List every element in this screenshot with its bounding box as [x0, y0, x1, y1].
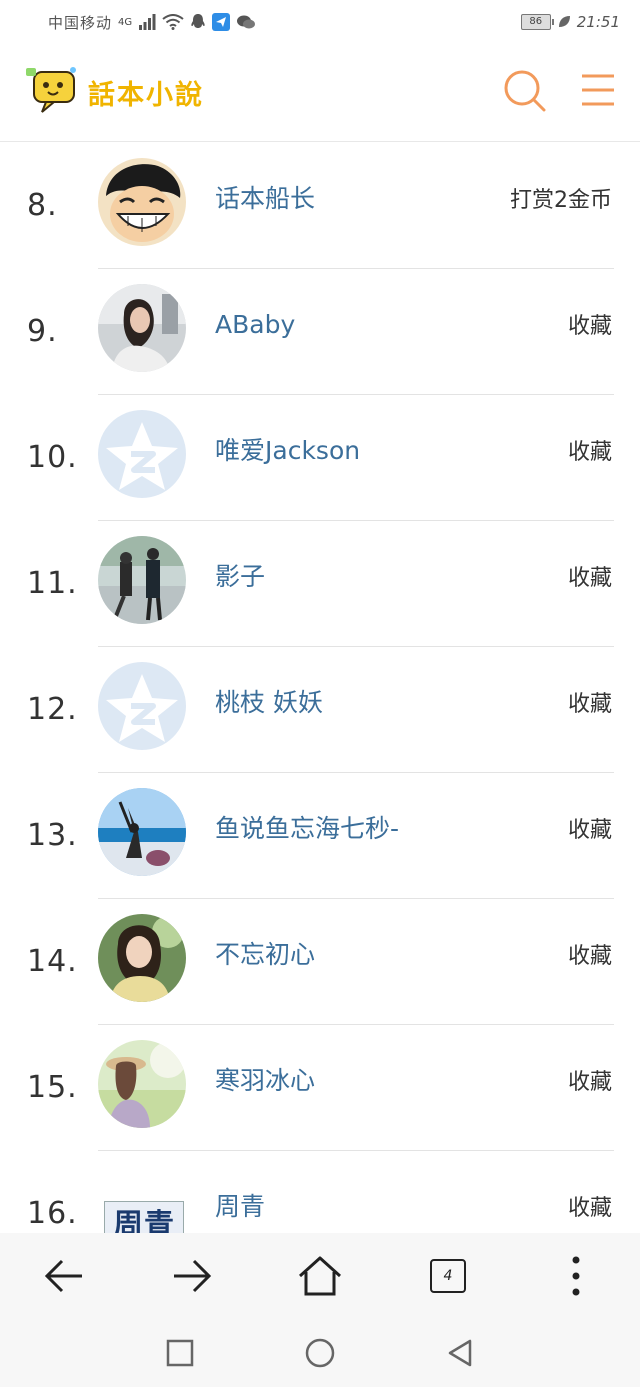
- tabs-button[interactable]: 4: [418, 1246, 478, 1306]
- user-name-link[interactable]: 影子: [215, 521, 265, 633]
- rank-number: 14.: [27, 944, 78, 979]
- list-item[interactable]: 12. 桃枝 妖妖 收藏: [0, 647, 640, 773]
- message-app-icon: [212, 13, 231, 31]
- battery-indicator: 86: [520, 14, 554, 30]
- photo-avatar-image: [98, 284, 186, 372]
- browser-toolbar: 4: [0, 1233, 640, 1319]
- wechat-icon: [236, 14, 256, 30]
- forward-button[interactable]: [162, 1246, 222, 1306]
- forward-arrow-icon: [174, 1259, 212, 1293]
- home-icon: [298, 1256, 342, 1296]
- user-name-link[interactable]: 唯爱Jackson: [215, 395, 360, 507]
- list-item[interactable]: 10. 唯爱Jackson 收藏: [0, 395, 640, 521]
- list-item[interactable]: 13. 鱼说鱼忘海七秒- 收藏: [0, 773, 640, 899]
- rank-number: 11.: [27, 566, 78, 601]
- photo-avatar-image: [98, 1040, 186, 1128]
- rank-number: 13.: [27, 818, 78, 853]
- avatar[interactable]: [98, 410, 186, 498]
- cartoon-avatar-image: [98, 158, 186, 246]
- back-triangle-icon: [448, 1339, 472, 1367]
- wifi-icon: [162, 14, 184, 30]
- avatar[interactable]: [98, 1040, 186, 1128]
- list-item[interactable]: 14. 不忘初心 收藏: [0, 899, 640, 1025]
- user-name-link[interactable]: 桃枝 妖妖: [215, 647, 323, 759]
- back-arrow-icon: [44, 1259, 82, 1293]
- action-label: 打赏2金币: [510, 188, 612, 213]
- rank-number: 15.: [27, 1070, 78, 1105]
- more-button[interactable]: [546, 1246, 606, 1306]
- avatar[interactable]: [98, 284, 186, 372]
- hamburger-menu-icon: [582, 74, 614, 106]
- avatar[interactable]: [98, 536, 186, 624]
- logo-text: 話本小說: [88, 79, 204, 111]
- home-circle-icon: [305, 1338, 335, 1368]
- status-bar-left: 中国移动 4G: [48, 12, 256, 33]
- home-button[interactable]: [290, 1246, 350, 1306]
- avatar[interactable]: [98, 662, 186, 750]
- avatar[interactable]: [98, 788, 186, 876]
- back-button[interactable]: [34, 1246, 94, 1306]
- app-logo[interactable]: 話本小說: [24, 66, 204, 118]
- action-label: 收藏: [567, 944, 612, 969]
- list-item[interactable]: 11. 影子 收藏: [0, 521, 640, 647]
- list-item[interactable]: 15. 寒羽冰心 收藏: [0, 1025, 640, 1151]
- user-name-link[interactable]: ABaby: [215, 269, 295, 381]
- qq-notification-icon: [190, 13, 206, 31]
- list-item[interactable]: 8. 话本船长 打赏2金币: [0, 143, 640, 269]
- app-header: 話本小說: [0, 44, 640, 142]
- default-qq-avatar-icon: [98, 410, 186, 498]
- signal-icon: [138, 14, 156, 30]
- system-home-button[interactable]: [300, 1333, 340, 1373]
- user-name-link[interactable]: 话本船长: [215, 143, 315, 255]
- user-name-link[interactable]: 寒羽冰心: [215, 1025, 315, 1137]
- more-icon: [572, 1256, 580, 1296]
- tabs-icon: 4: [430, 1259, 466, 1293]
- rank-number: 9.: [27, 314, 58, 349]
- menu-button[interactable]: [580, 72, 616, 108]
- recents-button[interactable]: [160, 1333, 200, 1373]
- rank-number: 10.: [27, 440, 78, 475]
- action-label: 收藏: [567, 692, 612, 717]
- action-label: 收藏: [567, 566, 612, 591]
- list-item[interactable]: 9. ABaby 收藏: [0, 269, 640, 395]
- action-label: 收藏: [567, 314, 612, 339]
- system-nav-bar: [0, 1319, 640, 1387]
- rank-number: 8.: [27, 188, 58, 223]
- network-type-label: 4G: [118, 16, 133, 28]
- clock: 21:51: [576, 13, 620, 31]
- carrier-label: 中国移动: [48, 13, 113, 32]
- recents-square-icon: [166, 1339, 194, 1367]
- search-button[interactable]: [502, 68, 546, 112]
- leaf-icon: [557, 15, 571, 29]
- photo-avatar-image: [98, 788, 186, 876]
- photo-avatar-image: [98, 536, 186, 624]
- avatar[interactable]: [98, 158, 186, 246]
- status-bar: 中国移动 4G 86 21:51: [0, 0, 640, 44]
- action-label: 收藏: [567, 818, 612, 843]
- logo-chat-bubble-icon: [24, 66, 80, 118]
- action-label: 收藏: [567, 1070, 612, 1095]
- rank-number: 12.: [27, 692, 78, 727]
- search-icon: [504, 70, 546, 112]
- user-name-link[interactable]: 鱼说鱼忘海七秒-: [215, 773, 399, 885]
- photo-avatar-image: [98, 914, 186, 1002]
- system-back-button[interactable]: [440, 1333, 480, 1373]
- action-label: 收藏: [567, 440, 612, 465]
- user-list: 8. 话本船长 打赏2金币 9. ABaby 收藏 10. 唯爱Jackson …: [0, 143, 640, 1277]
- status-bar-right: 86 21:51: [520, 13, 620, 31]
- default-qq-avatar-icon: [98, 662, 186, 750]
- avatar[interactable]: [98, 914, 186, 1002]
- user-name-link[interactable]: 不忘初心: [215, 899, 315, 1011]
